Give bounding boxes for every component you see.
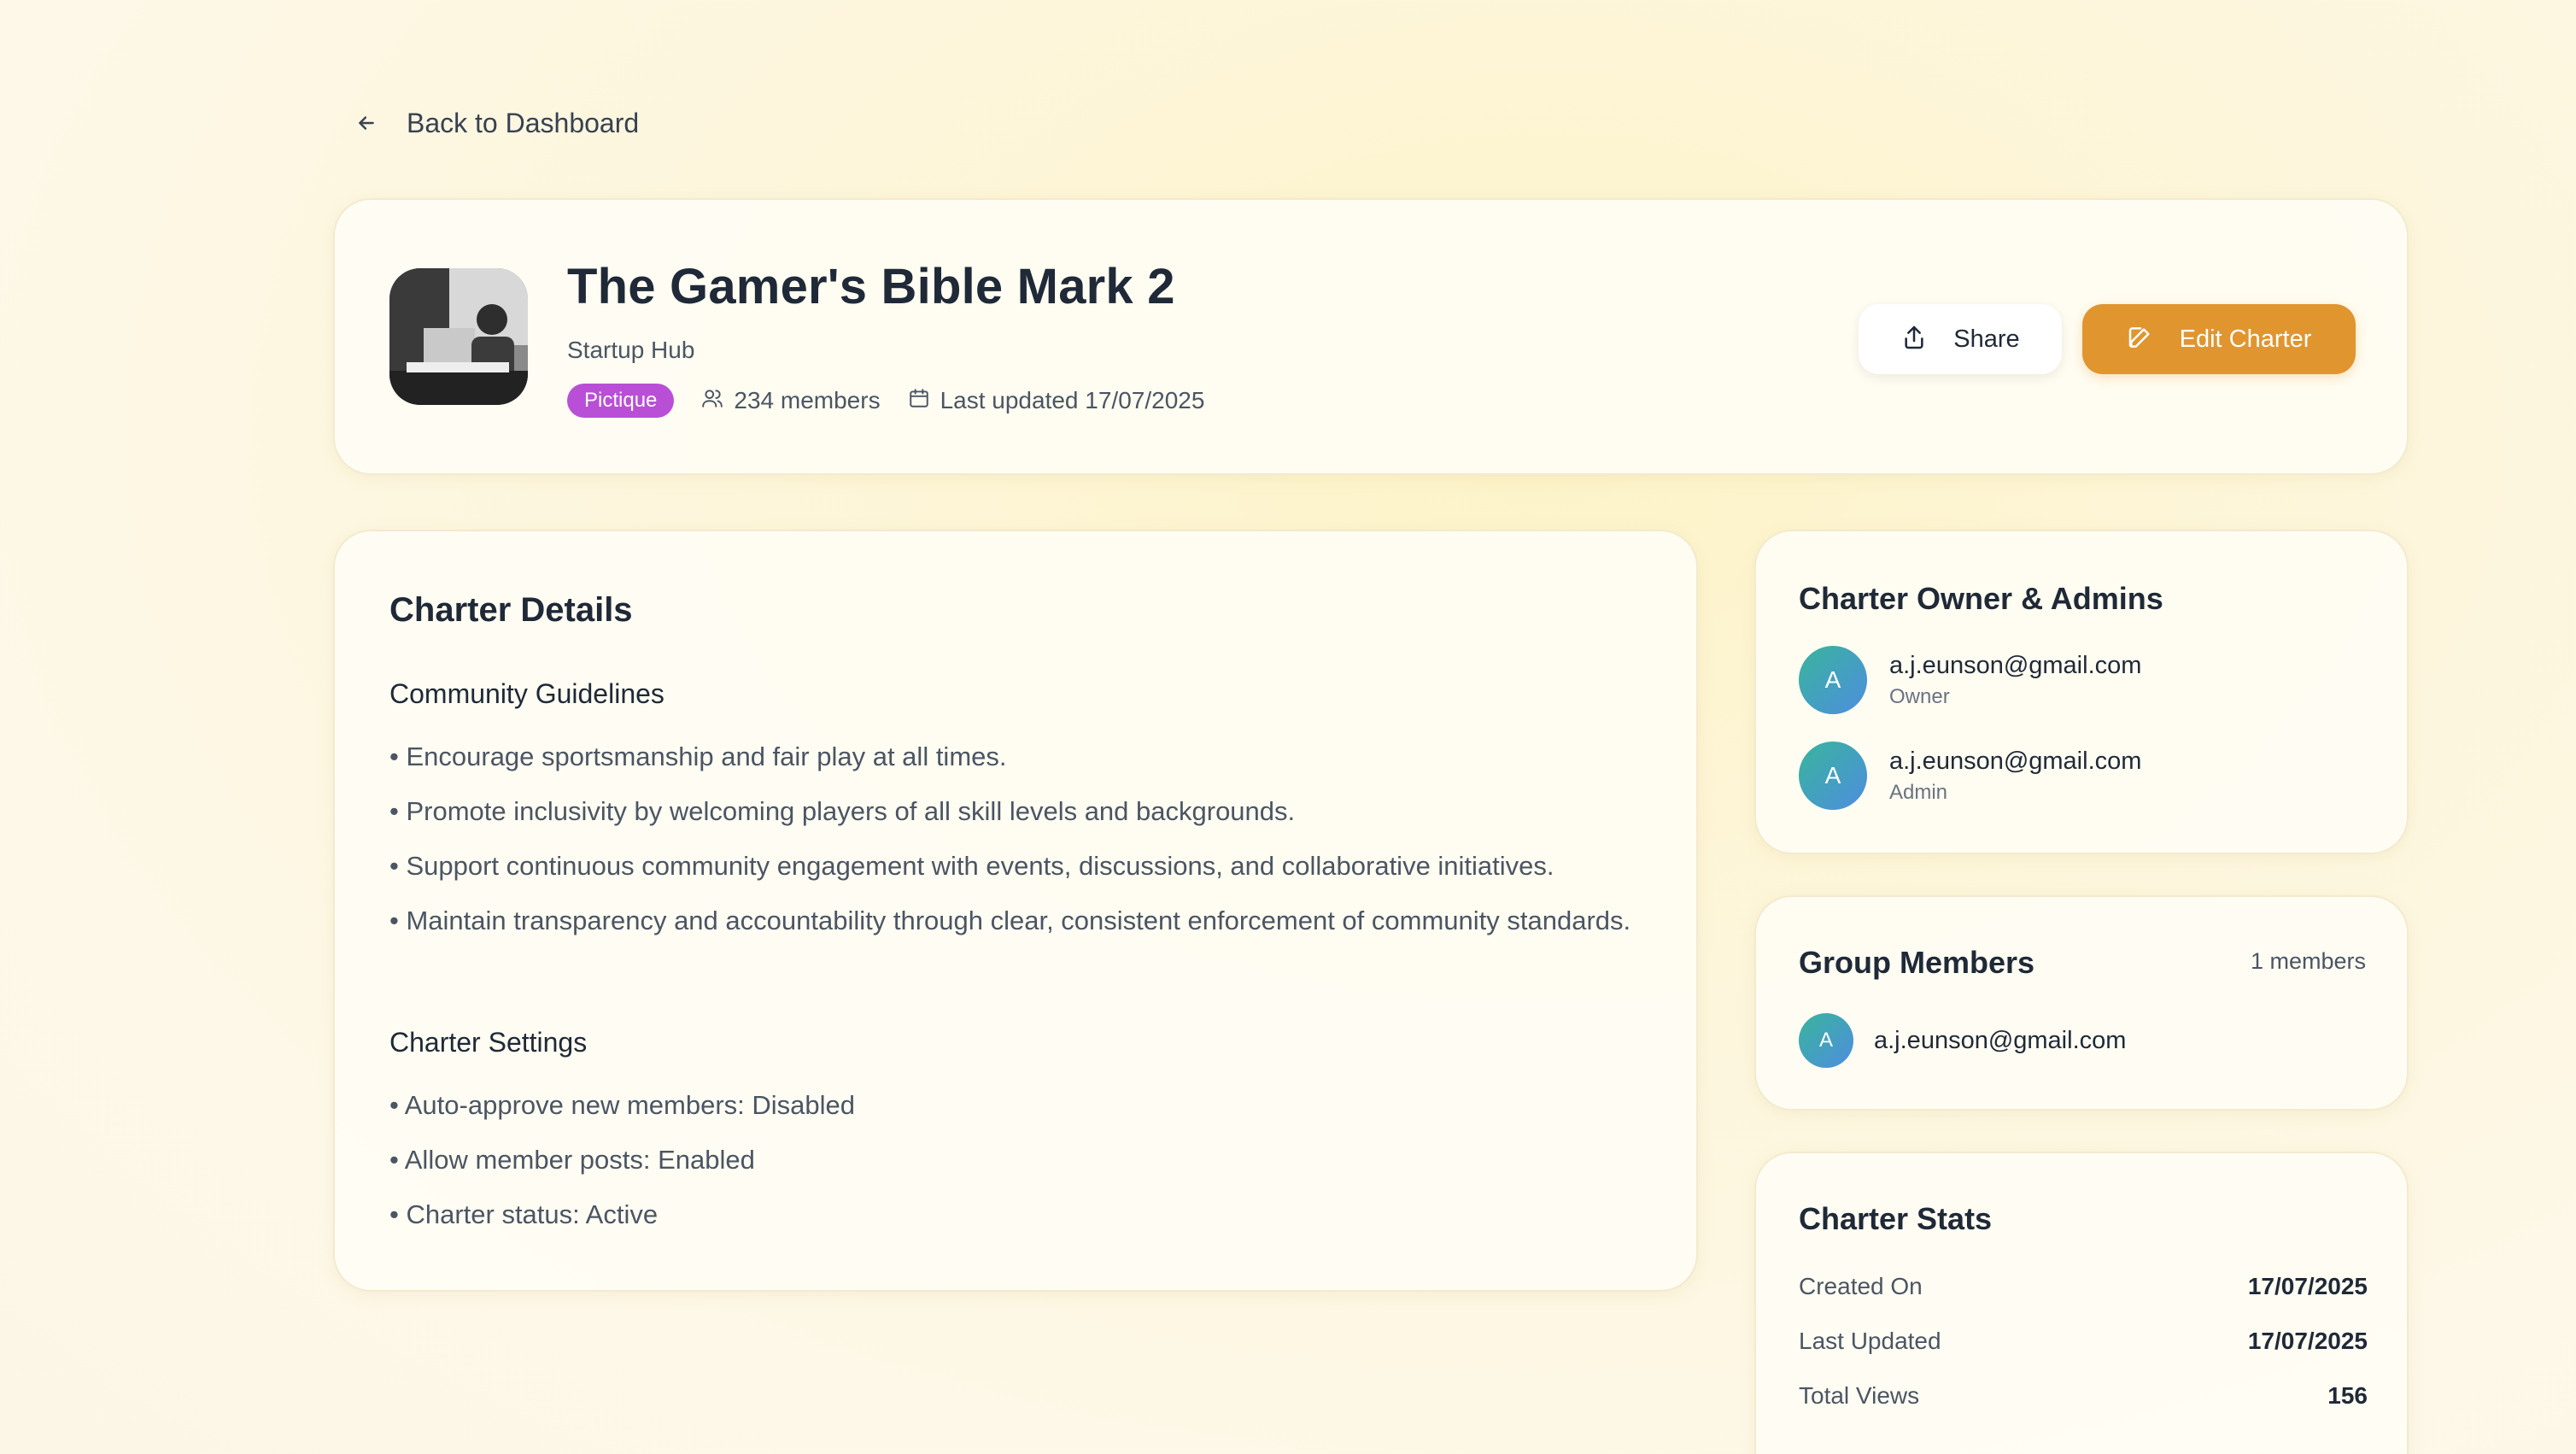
stat-row: Last Updated 17/07/2025	[1799, 1328, 2368, 1355]
stat-value: 17/07/2025	[2247, 1273, 2368, 1299]
stat-row: Created On 17/07/2025	[1799, 1273, 2368, 1300]
edit-charter-label: Edit Charter	[2179, 325, 2312, 353]
admin-row[interactable]: A a.j.eunson@gmail.com Owner	[1799, 646, 2141, 714]
list-item: • Promote inclusivity by welcoming playe…	[389, 796, 1296, 826]
group-members-card: Group Members 1 members A a.j.eunson@gma…	[1754, 895, 2409, 1111]
member-email: a.j.eunson@gmail.com	[1874, 1026, 2127, 1054]
list-item: • Encourage sportsmanship and fair play …	[389, 742, 1007, 771]
charter-settings-heading: Charter Settings	[389, 1027, 588, 1058]
group-members-heading: Group Members	[1799, 945, 2035, 980]
stat-label: Total Views	[1799, 1382, 1920, 1409]
admin-role: Owner	[1889, 684, 1950, 708]
list-item: • Support continuous community engagemen…	[389, 851, 1554, 881]
users-icon	[701, 387, 734, 415]
avatar: A	[1799, 1013, 1853, 1068]
share-button[interactable]: Share	[1859, 304, 2062, 374]
edit-icon	[2127, 324, 2154, 355]
member-row[interactable]: A a.j.eunson@gmail.com	[1799, 1013, 2126, 1068]
calendar-icon	[908, 387, 940, 415]
avatar: A	[1799, 646, 1867, 714]
last-updated: Last updated 17/07/2025	[908, 387, 1205, 415]
back-to-dashboard-link[interactable]: Back to Dashboard	[352, 104, 639, 142]
stat-label: Last Updated	[1799, 1328, 1941, 1354]
share-icon	[1900, 324, 1928, 355]
group-members-count: 1 members	[2250, 948, 2366, 974]
charter-details-card: Charter Details Community Guidelines • E…	[333, 530, 1698, 1292]
charter-stats-heading: Charter Stats	[1799, 1201, 1993, 1236]
list-item: • Allow member posts: Enabled	[389, 1145, 755, 1175]
stat-value: 156	[2327, 1382, 2368, 1409]
admin-email: a.j.eunson@gmail.com	[1889, 651, 2142, 679]
platform-tag: Pictique	[567, 384, 675, 418]
admin-role: Admin	[1889, 780, 1948, 804]
list-item: • Maintain transparency and accountabili…	[389, 906, 1631, 935]
charter-header-card: The Gamer's Bible Mark 2 Startup Hub Pic…	[333, 198, 2409, 475]
charter-subtitle: Startup Hub	[567, 337, 695, 363]
list-item: • Charter status: Active	[389, 1199, 659, 1229]
charter-stats-card: Charter Stats Created On 17/07/2025 Last…	[1754, 1152, 2409, 1454]
arrow-left-icon	[352, 108, 381, 138]
charter-thumbnail	[389, 268, 528, 405]
member-count-text: 234 members	[734, 387, 881, 413]
settings-list: • Auto-approve new members: Disabled • A…	[389, 1085, 1654, 1249]
back-to-dashboard-label: Back to Dashboard	[407, 107, 640, 138]
stat-row: Total Views 156	[1799, 1382, 2368, 1410]
list-item: • Auto-approve new members: Disabled	[389, 1090, 856, 1120]
owner-admins-heading: Charter Owner & Admins	[1799, 581, 2163, 616]
admin-email: a.j.eunson@gmail.com	[1889, 747, 2142, 775]
avatar: A	[1799, 742, 1867, 810]
charter-meta: Pictique 234 members Last updated 17/07/…	[567, 383, 1204, 419]
charter-details-heading: Charter Details	[389, 591, 633, 629]
last-updated-text: Last updated 17/07/2025	[940, 387, 1205, 413]
share-label: Share	[1953, 325, 2020, 353]
owner-admins-card: Charter Owner & Admins A a.j.eunson@gmai…	[1754, 530, 2409, 854]
charter-title: The Gamer's Bible Mark 2	[567, 259, 1175, 314]
guidelines-list: • Encourage sportsmanship and fair play …	[389, 736, 1654, 955]
edit-charter-button[interactable]: Edit Charter	[2082, 304, 2356, 374]
member-count: 234 members	[701, 387, 881, 415]
admin-row[interactable]: A a.j.eunson@gmail.com Admin	[1799, 742, 2141, 810]
community-guidelines-heading: Community Guidelines	[389, 678, 664, 709]
stat-label: Created On	[1799, 1273, 1923, 1299]
stat-value: 17/07/2025	[2247, 1328, 2368, 1354]
